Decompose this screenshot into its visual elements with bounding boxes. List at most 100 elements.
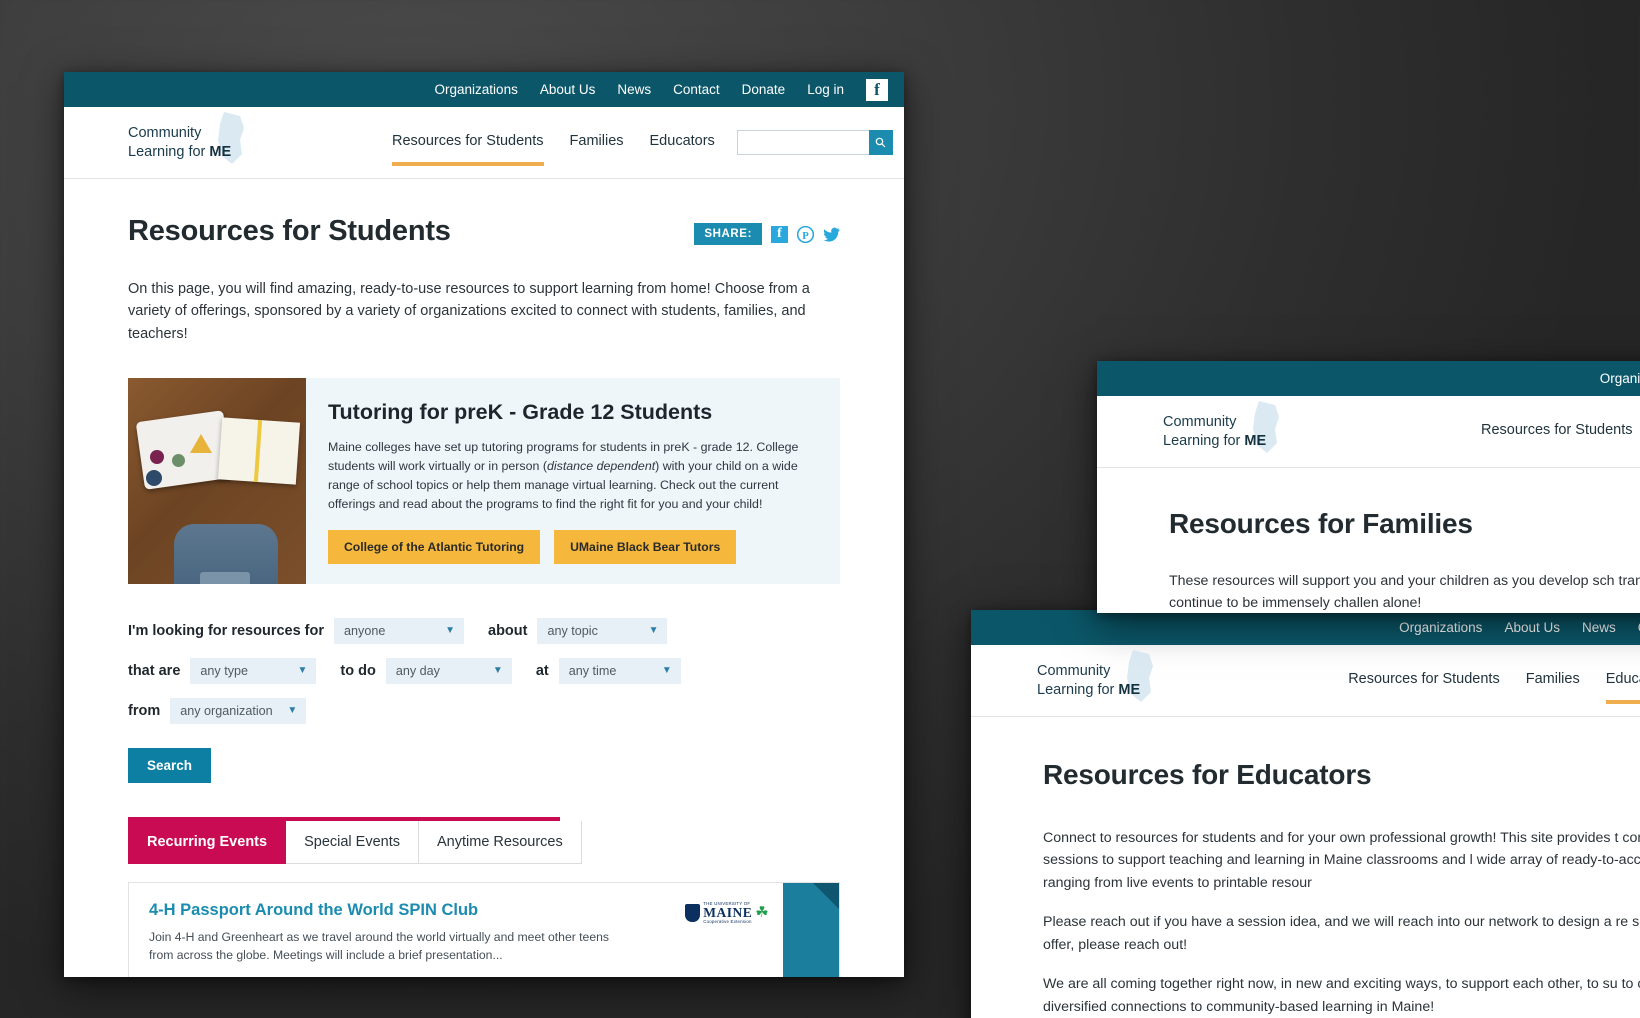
svg-text:P: P bbox=[802, 230, 809, 241]
filter-label-about: about bbox=[488, 622, 528, 639]
audience-select-value: anyone bbox=[344, 623, 386, 638]
util-link-login[interactable]: Log in bbox=[807, 82, 844, 97]
page-header-row: Resources for Students SHARE: f P bbox=[128, 179, 840, 248]
page-intro: On this page, you will find amazing, rea… bbox=[128, 281, 810, 342]
nav-link-educators[interactable]: Educators bbox=[1605, 671, 1640, 704]
window-resources-for-students[interactable]: Organizations About Us News Contact Dona… bbox=[64, 72, 904, 977]
window-resources-for-educators[interactable]: Organizations About Us News Co Community… bbox=[971, 610, 1640, 1018]
main-nav-bar-educators: Community Learning for ME Resources for … bbox=[971, 645, 1640, 717]
pinterest-glyph: P bbox=[797, 225, 814, 243]
util-link-organizations[interactable]: Organizations bbox=[435, 82, 518, 97]
nav-link-families[interactable]: Families bbox=[1526, 671, 1580, 690]
search-submit-button[interactable]: Search bbox=[128, 747, 212, 783]
nav-links: Resources for Students Families Educator… bbox=[392, 133, 715, 166]
time-select[interactable]: any time ▼ bbox=[558, 657, 681, 684]
page-title-educators: Resources for Educators bbox=[1043, 759, 1372, 790]
util-link-news[interactable]: News bbox=[617, 82, 651, 97]
educators-paragraph-3: We are all coming together right now, in… bbox=[1043, 976, 1640, 1015]
logo-line-2: Learning for bbox=[1163, 432, 1245, 449]
main-nav-bar: Community Learning for ME Resources for … bbox=[64, 107, 904, 179]
results-tab-bar: Recurring Events Special Events Anytime … bbox=[128, 816, 582, 864]
educators-paragraph-1: Connect to resources for students and fo… bbox=[1043, 830, 1640, 891]
nav-link-resources-for-students[interactable]: Resources for Students bbox=[392, 133, 544, 166]
organization-select[interactable]: any organization ▼ bbox=[170, 697, 307, 724]
util-link-about-us[interactable]: About Us bbox=[1504, 620, 1560, 635]
filter-row-3: from any organization ▼ bbox=[128, 697, 840, 724]
util-link-about-us[interactable]: About Us bbox=[540, 82, 596, 97]
utility-nav-bar-families: Organizations bbox=[1097, 361, 1640, 396]
umaine-crest-icon bbox=[685, 903, 701, 922]
feature-heading: Tutoring for preK - Grade 12 Students bbox=[328, 400, 713, 425]
event-meta-label: Day of the Week: bbox=[149, 976, 247, 977]
topic-select-value: any topic bbox=[547, 623, 598, 638]
main-nav-bar-families: Community Learning for ME Resources for … bbox=[1097, 396, 1640, 468]
organization-select-value: any organization bbox=[180, 703, 273, 718]
tab-recurring-events[interactable]: Recurring Events bbox=[128, 820, 287, 864]
filter-label-at: at bbox=[535, 662, 549, 679]
filter-row-2: that are any type ▼ to do any day ▼ at a… bbox=[128, 657, 840, 684]
event-card[interactable]: 4-H Passport Around the World SPIN Club … bbox=[128, 881, 840, 977]
chevron-down-icon: ▼ bbox=[445, 624, 456, 636]
site-logo[interactable]: Community Learning for ME bbox=[128, 112, 288, 165]
tab-special-events[interactable]: Special Events bbox=[286, 820, 419, 864]
resource-filter-form: I'm looking for resources for anyone ▼ a… bbox=[128, 617, 840, 783]
page-content-students: Resources for Students SHARE: f P On thi… bbox=[64, 179, 904, 977]
audience-select[interactable]: anyone ▼ bbox=[334, 617, 465, 644]
util-link-organizations-families[interactable]: Organizations bbox=[1600, 371, 1640, 386]
umaine-tutors-button[interactable]: UMaine Black Bear Tutors bbox=[554, 529, 737, 564]
event-card-title[interactable]: 4-H Passport Around the World SPIN Club bbox=[149, 901, 651, 920]
nav-label-students: Resources for Students bbox=[392, 133, 544, 149]
site-logo-educators[interactable]: Community Learning for ME bbox=[1037, 650, 1153, 703]
chevron-down-icon: ▼ bbox=[287, 704, 298, 716]
site-logo-families[interactable]: Community Learning for ME bbox=[1163, 401, 1323, 454]
tab-anytime-resources[interactable]: Anytime Resources bbox=[419, 820, 582, 864]
util-link-organizations[interactable]: Organizations bbox=[1399, 620, 1482, 635]
nav-link-resources-for-students[interactable]: Resources for Students bbox=[1481, 422, 1633, 441]
util-link-contact[interactable]: Contact bbox=[673, 82, 720, 97]
logo-line-1: Community bbox=[128, 125, 202, 142]
nav-link-educators[interactable]: Educators bbox=[650, 133, 715, 152]
share-pinterest-icon[interactable]: P bbox=[797, 225, 814, 243]
logo-line-2: Learning for bbox=[128, 143, 210, 160]
share-label: SHARE: bbox=[694, 223, 762, 245]
header-search[interactable] bbox=[736, 130, 893, 155]
educators-paragraph-2: Please reach out if you have a session i… bbox=[1043, 914, 1640, 953]
type-select-value: any type bbox=[200, 663, 248, 678]
card-accent-strip bbox=[783, 882, 839, 977]
site-logo-text: Community Learning for ME bbox=[128, 124, 231, 160]
day-select[interactable]: any day ▼ bbox=[385, 657, 512, 684]
nav-links-families: Resources for Students bbox=[1481, 422, 1633, 441]
backpack-illustration bbox=[174, 523, 278, 584]
four-leaf-clover-icon: ☘ bbox=[755, 904, 769, 922]
type-select[interactable]: any type ▼ bbox=[190, 657, 317, 684]
filter-label-that-are: that are bbox=[128, 662, 181, 679]
search-icon[interactable] bbox=[868, 130, 893, 155]
feature-desc-emphasis: distance dependent bbox=[546, 459, 656, 474]
share-twitter-icon[interactable] bbox=[823, 226, 840, 243]
filter-label-from: from bbox=[128, 702, 161, 719]
util-link-news[interactable]: News bbox=[1582, 620, 1616, 635]
families-paragraph: These resources will support you and you… bbox=[1169, 573, 1640, 612]
notebook-illustration bbox=[217, 417, 301, 486]
twitter-glyph bbox=[823, 227, 840, 242]
umaine-logo-sub: Cooperative Extension bbox=[703, 919, 752, 925]
nav-link-resources-for-students[interactable]: Resources for Students bbox=[1348, 671, 1500, 690]
nav-link-families[interactable]: Families bbox=[570, 133, 624, 152]
logo-me: ME bbox=[1118, 681, 1141, 698]
filter-label-to-do: to do bbox=[340, 662, 376, 679]
event-card-description: Join 4-H and Greenheart as we travel aro… bbox=[149, 929, 609, 963]
search-input[interactable] bbox=[736, 130, 869, 155]
site-logo-text: Community Learning for ME bbox=[1163, 413, 1266, 449]
site-logo-text: Community Learning for ME bbox=[1037, 662, 1140, 698]
share-facebook-icon[interactable]: f bbox=[771, 225, 788, 243]
feature-body: Tutoring for preK - Grade 12 Students Ma… bbox=[306, 378, 840, 583]
facebook-icon[interactable]: f bbox=[866, 78, 888, 101]
page-content-educators: Resources for Educators Connect to resou… bbox=[971, 759, 1640, 1018]
topic-select[interactable]: any topic ▼ bbox=[537, 617, 668, 644]
page-title: Resources for Students bbox=[128, 215, 451, 247]
window-resources-for-families[interactable]: Organizations Community Learning for ME … bbox=[1097, 361, 1640, 613]
coa-tutoring-button[interactable]: College of the Atlantic Tutoring bbox=[328, 529, 541, 564]
util-link-donate[interactable]: Donate bbox=[742, 82, 786, 97]
event-card-body: 4-H Passport Around the World SPIN Club … bbox=[129, 883, 671, 977]
organization-logo-maine: THE UNIVERSITY OF MAINE Cooperative Exte… bbox=[671, 883, 783, 977]
